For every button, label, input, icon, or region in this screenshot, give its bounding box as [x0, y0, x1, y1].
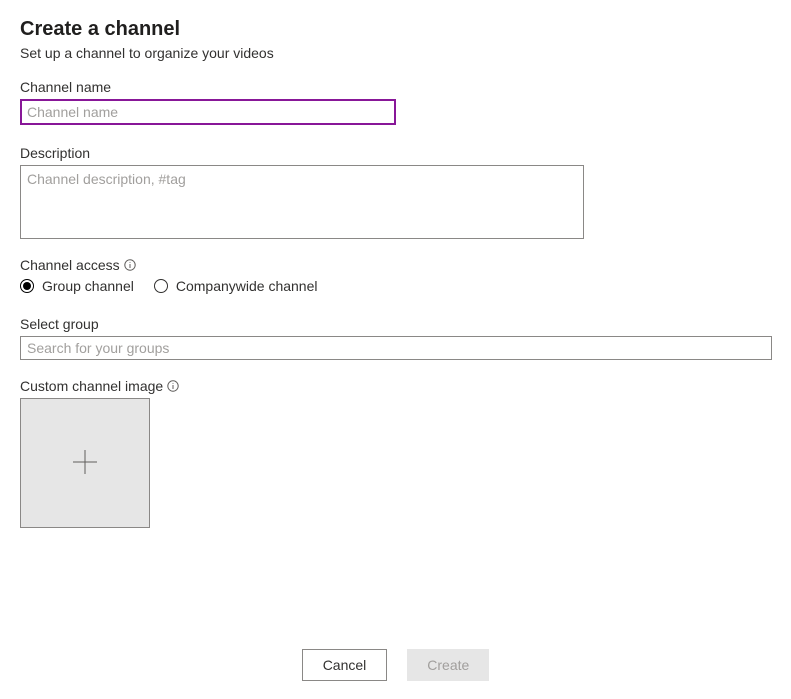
- channel-name-section: Channel name: [20, 79, 771, 125]
- custom-image-upload[interactable]: [20, 398, 150, 528]
- info-icon[interactable]: [124, 259, 136, 271]
- custom-image-section: Custom channel image: [20, 378, 771, 528]
- radio-circle-icon: [154, 279, 168, 293]
- channel-name-input[interactable]: [20, 99, 396, 125]
- description-section: Description: [20, 145, 771, 239]
- button-row: Cancel Create: [0, 649, 791, 681]
- radio-group-channel[interactable]: Group channel: [20, 278, 134, 294]
- radio-label: Group channel: [42, 278, 134, 294]
- channel-access-radio-group: Group channel Companywide channel: [20, 278, 771, 294]
- plus-icon: [71, 448, 99, 479]
- create-button[interactable]: Create: [407, 649, 489, 681]
- select-group-section: Select group: [20, 316, 771, 360]
- radio-companywide-channel[interactable]: Companywide channel: [154, 278, 318, 294]
- select-group-label: Select group: [20, 316, 771, 332]
- select-group-input[interactable]: [20, 336, 772, 360]
- page-subtitle: Set up a channel to organize your videos: [20, 45, 771, 61]
- info-icon[interactable]: [167, 380, 179, 392]
- radio-circle-icon: [20, 279, 34, 293]
- cancel-button[interactable]: Cancel: [302, 649, 388, 681]
- channel-access-label: Channel access: [20, 257, 120, 273]
- custom-image-label: Custom channel image: [20, 378, 163, 394]
- description-textarea[interactable]: [20, 165, 584, 239]
- channel-name-label: Channel name: [20, 79, 771, 95]
- page-title: Create a channel: [20, 18, 771, 41]
- radio-label: Companywide channel: [176, 278, 318, 294]
- channel-access-section: Channel access Group channel Companywide…: [20, 257, 771, 294]
- description-label: Description: [20, 145, 771, 161]
